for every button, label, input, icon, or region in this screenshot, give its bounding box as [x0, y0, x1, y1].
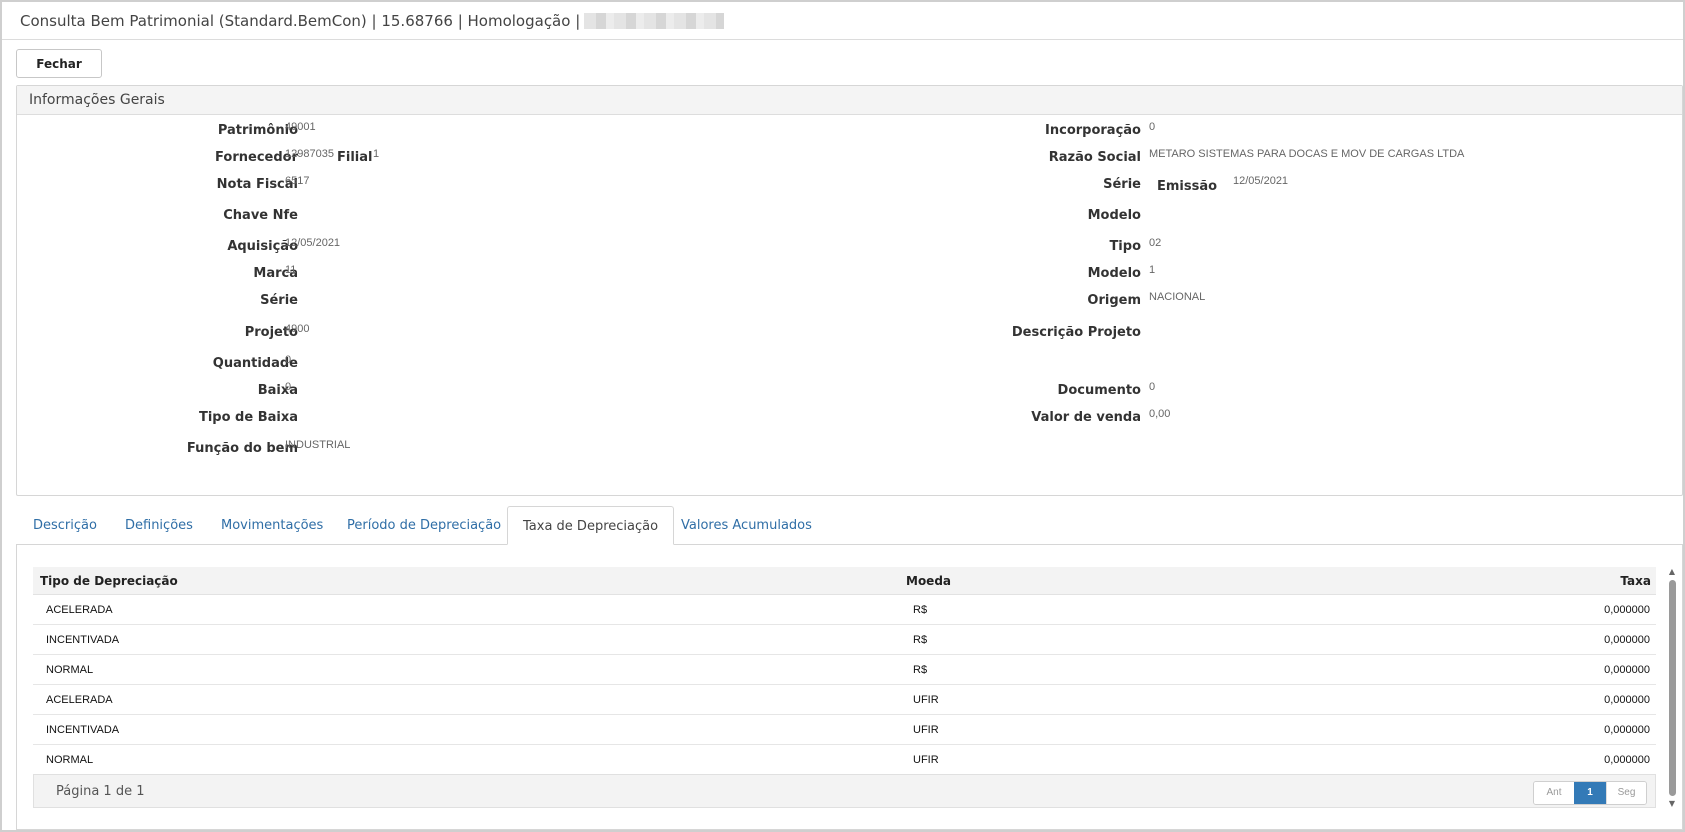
- value-filial: 1: [373, 148, 380, 160]
- table-row[interactable]: NORMAL UFIR 0,000000: [33, 745, 1656, 775]
- scroll-up-arrow-icon[interactable]: ▲: [1667, 567, 1677, 577]
- vertical-scrollbar[interactable]: ▲ ▼: [1667, 567, 1677, 809]
- value-patrimonio: 49001: [285, 121, 316, 133]
- value-quantidade: 0: [285, 354, 292, 366]
- pager-page-button[interactable]: 1: [1574, 782, 1606, 804]
- label-funcao-bem: Função do bem: [186, 441, 298, 456]
- value-valor-venda: 0,00: [1149, 408, 1171, 420]
- label-emissao: Emissão: [1157, 179, 1218, 194]
- cell-tipo: INCENTIVADA: [46, 634, 120, 646]
- value-projeto: 4900: [285, 323, 310, 335]
- cell-tipo: ACELERADA: [46, 604, 113, 616]
- pager-next-button[interactable]: Seg: [1606, 782, 1646, 804]
- general-info-panel: Informações Gerais Patrimônio 49001 Forn…: [16, 85, 1683, 496]
- tab-definicoes[interactable]: Definições: [110, 506, 208, 545]
- tab-bar: Descrição Definições Movimentações Perío…: [16, 506, 1683, 545]
- value-marca: 11: [285, 264, 297, 276]
- tab-periodo-depreciacao[interactable]: Período de Depreciação: [332, 506, 516, 545]
- label-chave-nfe: Chave Nfe: [223, 208, 298, 223]
- panel-header: Informações Gerais: [17, 86, 1682, 115]
- value-nota-fiscal: 6517: [285, 175, 310, 187]
- cell-taxa: 0,000000: [1604, 664, 1650, 676]
- column-header-moeda[interactable]: Moeda: [906, 574, 951, 588]
- table-row[interactable]: INCENTIVADA UFIR 0,000000: [33, 715, 1656, 745]
- depreciation-rate-table: Tipo de Depreciação Moeda Taxa ACELERADA…: [33, 567, 1656, 775]
- cell-taxa: 0,000000: [1604, 694, 1650, 706]
- page-info: Página 1 de 1: [56, 784, 145, 799]
- value-emissao: 12/05/2021: [1233, 175, 1289, 187]
- label-modelo-nf: Modelo: [1087, 208, 1141, 223]
- tab-content: Tipo de Depreciação Moeda Taxa ACELERADA…: [16, 545, 1683, 830]
- title-bar: Consulta Bem Patrimonial (Standard.BemCo…: [2, 2, 1683, 40]
- label-origem: Origem: [1087, 293, 1141, 308]
- column-header-tipo[interactable]: Tipo de Depreciação: [40, 574, 178, 588]
- cell-taxa: 0,000000: [1604, 754, 1650, 766]
- label-razao-social: Razão Social: [1048, 150, 1141, 165]
- tab-movimentacoes[interactable]: Movimentações: [206, 506, 338, 545]
- value-origem: NACIONAL: [1149, 291, 1206, 303]
- window-title-text: Consulta Bem Patrimonial (Standard.BemCo…: [20, 12, 581, 30]
- label-filial: Filial: [337, 150, 373, 165]
- scrollbar-thumb[interactable]: [1669, 580, 1676, 796]
- cell-moeda: UFIR: [913, 694, 939, 706]
- label-tipo-baixa: Tipo de Baixa: [198, 410, 298, 425]
- cell-moeda: R$: [913, 664, 928, 676]
- value-documento: 0: [1149, 381, 1156, 393]
- main-window: Consulta Bem Patrimonial (Standard.BemCo…: [0, 0, 1685, 832]
- column-header-taxa[interactable]: Taxa: [1620, 574, 1651, 588]
- value-fornecedor: 12987035: [285, 148, 334, 160]
- pagination: Ant 1 Seg: [1533, 781, 1647, 805]
- cell-tipo: NORMAL: [46, 664, 94, 676]
- table-row[interactable]: NORMAL R$ 0,000000: [33, 655, 1656, 685]
- label-documento: Documento: [1057, 383, 1141, 398]
- table-header: Tipo de Depreciação Moeda Taxa: [33, 567, 1656, 595]
- table-row[interactable]: ACELERADA UFIR 0,000000: [33, 685, 1656, 715]
- cell-tipo: NORMAL: [46, 754, 94, 766]
- cell-taxa: 0,000000: [1604, 634, 1650, 646]
- value-razao-social: METARO SISTEMAS PARA DOCAS E MOV DE CARG…: [1149, 148, 1465, 160]
- label-serie-item: Série: [260, 293, 298, 308]
- tab-valores-acumulados[interactable]: Valores Acumulados: [666, 506, 827, 545]
- table-row[interactable]: ACELERADA R$ 0,000000: [33, 595, 1656, 625]
- cell-moeda: UFIR: [913, 754, 939, 766]
- label-tipo: Tipo: [1109, 239, 1141, 254]
- value-tipo: 02: [1149, 237, 1162, 249]
- value-funcao-bem: INDUSTRIAL: [285, 439, 351, 451]
- close-button[interactable]: Fechar: [16, 49, 102, 78]
- scroll-down-arrow-icon[interactable]: ▼: [1667, 799, 1677, 809]
- table-footer: Página 1 de 1 Ant 1 Seg: [33, 774, 1656, 808]
- cell-taxa: 0,000000: [1604, 604, 1650, 616]
- label-incorporacao: Incorporação: [1045, 123, 1141, 138]
- window-title: Consulta Bem Patrimonial (Standard.BemCo…: [20, 12, 725, 30]
- label-descricao-projeto: Descrição Projeto: [1011, 325, 1141, 340]
- value-aquisicao: 12/05/2021: [285, 237, 341, 249]
- value-incorporacao: 0: [1149, 121, 1156, 133]
- table-row[interactable]: INCENTIVADA R$ 0,000000: [33, 625, 1656, 655]
- cell-tipo: INCENTIVADA: [46, 724, 120, 736]
- cell-tipo: ACELERADA: [46, 694, 113, 706]
- label-modelo: Modelo: [1087, 266, 1141, 281]
- label-baixa: Baixa: [257, 383, 298, 398]
- value-baixa: 0: [285, 381, 292, 393]
- cell-taxa: 0,000000: [1604, 724, 1650, 736]
- value-modelo: 1: [1149, 264, 1156, 276]
- cell-moeda: R$: [913, 634, 928, 646]
- tab-descricao[interactable]: Descrição: [18, 506, 112, 545]
- cell-moeda: R$: [913, 604, 928, 616]
- label-valor-venda: Valor de venda: [1031, 410, 1141, 425]
- cell-moeda: UFIR: [913, 724, 939, 736]
- tab-taxa-depreciacao[interactable]: Taxa de Depreciação: [507, 506, 675, 545]
- label-serie-nf: Série: [1103, 177, 1141, 192]
- redacted-user: [584, 13, 725, 29]
- pager-prev-button[interactable]: Ant: [1534, 782, 1574, 804]
